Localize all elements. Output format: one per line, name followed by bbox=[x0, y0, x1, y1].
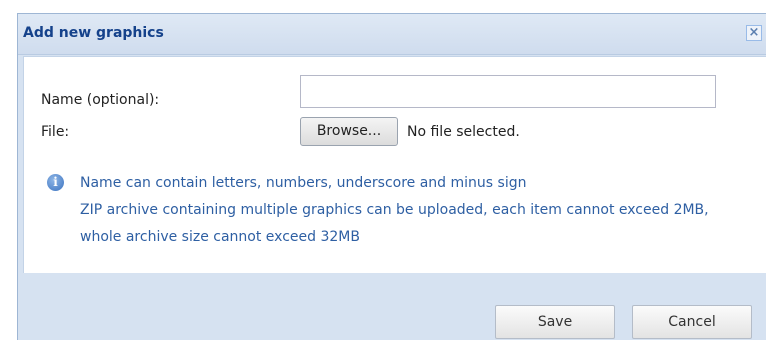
name-label: Name (optional): bbox=[41, 92, 160, 108]
file-status-text: No file selected. bbox=[407, 124, 520, 140]
add-graphics-dialog: Add new graphics × Name (optional): File… bbox=[17, 13, 766, 340]
browse-button[interactable]: Browse... bbox=[300, 117, 398, 146]
info-line-zip: ZIP archive containing multiple graphics… bbox=[80, 202, 709, 245]
file-label: File: bbox=[41, 124, 70, 140]
dialog-body: Name (optional): File: Browse... No file… bbox=[23, 56, 766, 273]
cancel-button[interactable]: Cancel bbox=[632, 305, 752, 339]
info-line-naming: Name can contain letters, numbers, under… bbox=[80, 175, 527, 191]
dialog-title: Add new graphics bbox=[23, 25, 164, 41]
info-message: Name can contain letters, numbers, under… bbox=[80, 170, 740, 251]
close-icon[interactable]: × bbox=[746, 25, 762, 41]
info-icon: i bbox=[47, 174, 64, 191]
name-input[interactable] bbox=[300, 75, 716, 108]
dialog-footer: Save Cancel bbox=[18, 273, 766, 340]
save-button[interactable]: Save bbox=[495, 305, 615, 339]
dialog-titlebar[interactable]: Add new graphics × bbox=[18, 14, 766, 55]
